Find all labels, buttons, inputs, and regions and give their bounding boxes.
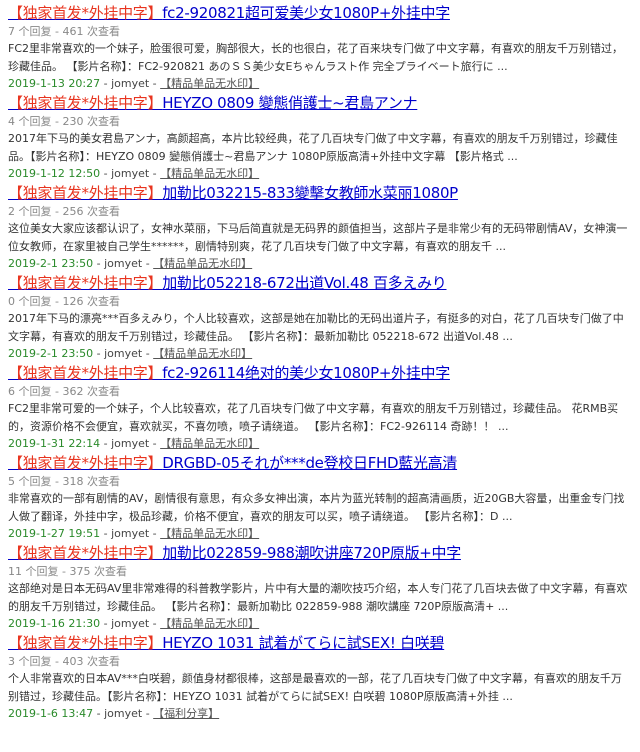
- result-snippet: 2017年下马的漂亮***百多えみり，个人比较喜欢，这部是她在加勒比的无码出道片…: [8, 312, 624, 343]
- result-title-link[interactable]: 【独家首发*外挂中字】fc2-926114绝对的美少女1080P+外挂中字: [8, 364, 450, 382]
- author-link[interactable]: jomyet: [104, 707, 142, 720]
- title-prefix: 【独家首发*外挂中字】: [8, 544, 163, 562]
- forum-tag-link[interactable]: 【精品单品无水印】: [160, 167, 259, 180]
- forum-tag-link[interactable]: 【精品单品无水印】: [160, 77, 259, 90]
- title-prefix: 【独家首发*外挂中字】: [8, 364, 163, 382]
- result-title[interactable]: 【独家首发*外挂中字】fc2-926114绝对的美少女1080P+外挂中字: [8, 363, 632, 383]
- post-date: 2019-2-1 23:50: [8, 347, 94, 360]
- result-title-link[interactable]: 【独家首发*外挂中字】HEYZO 0809 變態俏護士~君島アンナ: [8, 94, 418, 112]
- result-title[interactable]: 【独家首发*外挂中字】DRGBD-05それが***de登校日FHD藍光高清: [8, 453, 632, 473]
- result-item: 【独家首发*外挂中字】加勒比052218-672出道Vol.48 百多えみり 0…: [8, 270, 632, 360]
- forum-tag-link[interactable]: 【精品单品无水印】: [160, 617, 259, 630]
- title-prefix: 【独家首发*外挂中字】: [8, 274, 163, 292]
- reply-view-count: 5 个回复 - 318 次查看: [8, 475, 120, 488]
- forum-tag-link[interactable]: 【精品单品无水印】: [153, 347, 252, 360]
- reply-view-count: 3 个回复 - 403 次查看: [8, 655, 120, 668]
- result-snippet: FC2里非常可爱的一个妹子，个人比较喜欢，花了几百块专门做了中文字幕，有喜欢的朋…: [8, 402, 619, 433]
- result-item: 【独家首发*外挂中字】fc2-926114绝对的美少女1080P+外挂中字 6 …: [8, 360, 632, 450]
- result-item: 【独家首发*外挂中字】HEYZO 1031 試着がてらに試SEX! 白咲碧 3 …: [8, 630, 632, 720]
- title-text: 加勒比032215-833變擊女教師水菜丽1080P: [162, 184, 458, 202]
- author-link[interactable]: jomyet: [111, 527, 149, 540]
- reply-view-count: 2 个回复 - 256 次查看: [8, 205, 120, 218]
- result-item: 【独家首发*外挂中字】HEYZO 0809 變態俏護士~君島アンナ 4 个回复 …: [8, 90, 632, 180]
- search-results: 【独家首发*外挂中字】fc2-920821超可爱美少女1080P+外挂中字 7 …: [0, 0, 640, 720]
- author-link[interactable]: jomyet: [104, 257, 142, 270]
- post-date: 2019-1-27 19:51: [8, 527, 101, 540]
- result-item: 【独家首发*外挂中字】加勒比032215-833變擊女教師水菜丽1080P 2 …: [8, 180, 632, 270]
- result-footer: 2019-1-6 13:47 - jomyet - 【福利分享】: [8, 707, 220, 720]
- forum-tag-link[interactable]: 【精品单品无水印】: [160, 527, 259, 540]
- result-snippet: 个人非常喜欢的日本AV***白咲碧，颜值身材都很棒，这部是最喜欢的一部，花了几百…: [8, 672, 622, 703]
- result-title[interactable]: 【独家首发*外挂中字】加勒比052218-672出道Vol.48 百多えみり: [8, 273, 632, 293]
- title-prefix: 【独家首发*外挂中字】: [8, 454, 163, 472]
- result-item: 【独家首发*外挂中字】加勒比022859-988潮吹讲座720P原版+中字 11…: [8, 540, 632, 630]
- post-date: 2019-2-1 23:50: [8, 257, 94, 270]
- result-title[interactable]: 【独家首发*外挂中字】HEYZO 0809 變態俏護士~君島アンナ: [8, 93, 632, 113]
- result-title[interactable]: 【独家首发*外挂中字】fc2-920821超可爱美少女1080P+外挂中字: [8, 3, 632, 23]
- result-title-link[interactable]: 【独家首发*外挂中字】加勒比022859-988潮吹讲座720P原版+中字: [8, 544, 461, 562]
- result-title[interactable]: 【独家首发*外挂中字】加勒比022859-988潮吹讲座720P原版+中字: [8, 543, 632, 563]
- result-item: 【独家首发*外挂中字】fc2-920821超可爱美少女1080P+外挂中字 7 …: [8, 0, 632, 90]
- post-date: 2019-1-13 20:27: [8, 77, 101, 90]
- title-text: HEYZO 0809 變態俏護士~君島アンナ: [162, 94, 418, 112]
- result-snippet: 这部绝对是日本无码AV里非常难得的科普教学影片，片中有大量的潮吹技巧介绍，本人专…: [8, 582, 628, 613]
- result-title-link[interactable]: 【独家首发*外挂中字】fc2-920821超可爱美少女1080P+外挂中字: [8, 4, 450, 22]
- result-title-link[interactable]: 【独家首发*外挂中字】加勒比052218-672出道Vol.48 百多えみり: [8, 274, 447, 292]
- result-title[interactable]: 【独家首发*外挂中字】加勒比032215-833變擊女教師水菜丽1080P: [8, 183, 632, 203]
- post-date: 2019-1-6 13:47: [8, 707, 94, 720]
- result-title-link[interactable]: 【独家首发*外挂中字】HEYZO 1031 試着がてらに試SEX! 白咲碧: [8, 634, 444, 652]
- reply-view-count: 0 个回复 - 126 次查看: [8, 295, 120, 308]
- author-link[interactable]: jomyet: [111, 167, 149, 180]
- reply-view-count: 4 个回复 - 230 次查看: [8, 115, 120, 128]
- post-date: 2019-1-16 21:30: [8, 617, 101, 630]
- title-prefix: 【独家首发*外挂中字】: [8, 634, 163, 652]
- title-prefix: 【独家首发*外挂中字】: [8, 94, 163, 112]
- result-title-link[interactable]: 【独家首发*外挂中字】加勒比032215-833變擊女教師水菜丽1080P: [8, 184, 458, 202]
- forum-tag-link[interactable]: 【精品单品无水印】: [160, 437, 259, 450]
- result-title[interactable]: 【独家首发*外挂中字】HEYZO 1031 試着がてらに試SEX! 白咲碧: [8, 633, 632, 653]
- forum-tag-link[interactable]: 【福利分享】: [153, 707, 219, 720]
- title-text: fc2-926114绝对的美少女1080P+外挂中字: [162, 364, 450, 382]
- result-snippet: 这位美女大家应该都认识了，女神水菜丽，下马后简直就是无码界的颜值担当，这部片子是…: [8, 222, 628, 253]
- title-text: 加勒比052218-672出道Vol.48 百多えみり: [162, 274, 447, 292]
- title-text: 加勒比022859-988潮吹讲座720P原版+中字: [162, 544, 461, 562]
- result-title-link[interactable]: 【独家首发*外挂中字】DRGBD-05それが***de登校日FHD藍光高清: [8, 454, 457, 472]
- author-link[interactable]: jomyet: [104, 347, 142, 360]
- result-snippet: FC2里非常喜欢的一个妹子，脸蛋很可爱，胸部很大，长的也很白，花了百来块专门做了…: [8, 42, 624, 73]
- forum-tag-link[interactable]: 【精品单品无水印】: [153, 257, 252, 270]
- reply-view-count: 6 个回复 - 362 次查看: [8, 385, 120, 398]
- post-date: 2019-1-12 12:50: [8, 167, 101, 180]
- author-link[interactable]: jomyet: [111, 77, 149, 90]
- result-snippet: 2017年下马的美女君島アンナ，高颜超高，本片比较经典，花了几百块专门做了中文字…: [8, 132, 618, 163]
- post-date: 2019-1-31 22:14: [8, 437, 101, 450]
- reply-view-count: 7 个回复 - 461 次查看: [8, 25, 120, 38]
- author-link[interactable]: jomyet: [111, 437, 149, 450]
- result-snippet: 非常喜欢的一部有剧情的AV，剧情很有意思，有众多女神出演，本片为蓝光转制的超高清…: [8, 492, 625, 523]
- title-prefix: 【独家首发*外挂中字】: [8, 184, 163, 202]
- reply-view-count: 11 个回复 - 375 次查看: [8, 565, 127, 578]
- title-text: fc2-920821超可爱美少女1080P+外挂中字: [162, 4, 450, 22]
- title-text: DRGBD-05それが***de登校日FHD藍光高清: [162, 454, 458, 472]
- title-prefix: 【独家首发*外挂中字】: [8, 4, 163, 22]
- author-link[interactable]: jomyet: [111, 617, 149, 630]
- title-text: HEYZO 1031 試着がてらに試SEX! 白咲碧: [162, 634, 445, 652]
- result-item: 【独家首发*外挂中字】DRGBD-05それが***de登校日FHD藍光高清 5 …: [8, 450, 632, 540]
